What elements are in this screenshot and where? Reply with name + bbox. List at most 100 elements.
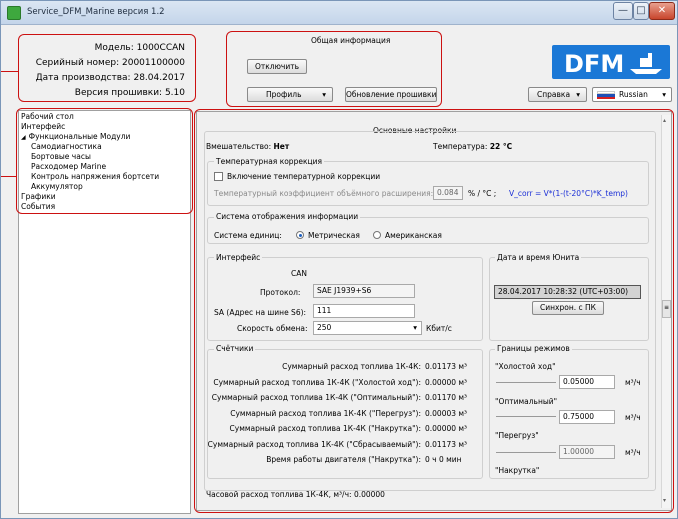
- mode-boundary-3-input: 1.00000: [559, 445, 615, 459]
- language-value: Russian: [619, 90, 648, 99]
- counter-label: Суммарный расход топлива 1К-4К ("Сбрасыв…: [207, 439, 421, 449]
- serial-label: Серийный номер:: [35, 58, 120, 68]
- temp-correction-checkbox[interactable]: [214, 172, 223, 181]
- callout-line: [1, 176, 16, 177]
- mode-overload-label: "Перегруз": [495, 431, 539, 440]
- tree-item[interactable]: Контроль напряжения бортсети: [31, 172, 159, 181]
- mode-boundary-2-unit: м³/ч: [625, 413, 641, 422]
- temperature-label: Температура:: [433, 142, 488, 151]
- window-title: Service_DFM_Marine версия 1.2: [27, 7, 165, 17]
- production-date-label: Дата производства:: [35, 73, 131, 83]
- scroll-up-icon[interactable]: ▴: [663, 117, 670, 124]
- tree-item[interactable]: ◢ Функциональные Модули: [21, 132, 130, 141]
- bus-type: CAN: [291, 269, 307, 278]
- tree-item-label: Аккумулятор: [31, 182, 83, 191]
- counter-row: Время работы двигателя ("Накрутка"): 0 ч …: [207, 455, 477, 464]
- expand-arrow-icon[interactable]: ◢: [21, 134, 26, 141]
- metric-radio[interactable]: [296, 231, 304, 239]
- scroll-thumb[interactable]: ≡: [662, 300, 671, 318]
- sync-pc-button[interactable]: Синхрон. с ПК: [532, 301, 604, 315]
- sa-input[interactable]: 111: [313, 304, 415, 318]
- tree-item[interactable]: Графики: [21, 192, 56, 201]
- temp-formula: V_corr = V*(1-(t-20°C)*K_temp): [509, 189, 628, 198]
- speed-label: Скорость обмена:: [237, 324, 308, 333]
- speed-unit: Кбит/с: [426, 324, 452, 333]
- tree-item[interactable]: Бортовые часы: [31, 152, 91, 161]
- scrollbar[interactable]: ▴ ≡ ▾: [661, 115, 671, 508]
- tree-item-label: Графики: [21, 192, 56, 201]
- speed-select[interactable]: 250 ▾: [313, 321, 422, 335]
- datetime-value: 28.04.2017 10:28:32 (UTC+03:00): [494, 285, 641, 299]
- protocol-field: SAE J1939+S6: [313, 284, 415, 298]
- model-value: 1000CCAN: [136, 43, 185, 53]
- tamper-value: Нет: [273, 142, 290, 151]
- scroll-down-icon[interactable]: ▾: [663, 497, 670, 504]
- tree-item[interactable]: События: [21, 202, 55, 211]
- counter-label: Время работы двигателя ("Накрутка"):: [266, 455, 421, 464]
- metric-label: Метрическая: [308, 231, 360, 240]
- counter-row: Суммарный расход топлива 1К-4К ("Оптимал…: [207, 393, 477, 402]
- tree-item-label: События: [21, 202, 56, 211]
- counter-row: Суммарный расход топлива 1К-4К ("Сбрасыв…: [207, 440, 477, 449]
- tree-item[interactable]: Расходомер Marine: [31, 162, 106, 171]
- tree-item[interactable]: Интерфейс: [21, 122, 65, 131]
- modes-title: Границы режимов: [495, 344, 572, 353]
- datetime-title: Дата и время Юнита: [495, 253, 582, 262]
- counter-row: Суммарный расход топлива 1К-4К: 0.01173 м…: [207, 362, 477, 371]
- counter-value: 0.01173 м³: [425, 362, 468, 371]
- mode-boundary-1-unit: м³/ч: [625, 378, 641, 387]
- tree-item[interactable]: Аккумулятор: [31, 182, 83, 191]
- help-label: Справка: [537, 90, 571, 99]
- temp-coef-unit: % / °C ;: [468, 189, 497, 198]
- counter-value: 0.00000 м³: [425, 424, 468, 433]
- counter-label: Суммарный расход топлива 1К-4К ("Холосто…: [213, 377, 421, 387]
- tree-item[interactable]: Рабочий стол: [21, 112, 74, 121]
- model-label: Модель:: [94, 43, 134, 53]
- mode-divider: [496, 416, 556, 417]
- counter-value: 0.01173 м³: [425, 439, 468, 449]
- language-select[interactable]: Russian ▾: [592, 87, 672, 102]
- help-button[interactable]: Справка ▾: [528, 87, 587, 102]
- app-icon: [7, 6, 21, 20]
- protocol-label: Протокол:: [260, 288, 301, 297]
- counter-value: 0 ч 0 мин: [425, 455, 462, 464]
- counter-label: Суммарный расход топлива 1К-4К ("Перегру…: [230, 408, 421, 418]
- tamper-row: Вмешательство: Нет: [206, 142, 289, 151]
- datetime-frame: [489, 257, 649, 341]
- model-row: Модель: 1000CCAN: [95, 43, 185, 53]
- speed-value: 250: [317, 323, 332, 332]
- callout-line: [1, 71, 18, 72]
- tree-item-label: Рабочий стол: [21, 112, 74, 121]
- firmware-update-button[interactable]: Обновление прошивки: [345, 87, 437, 102]
- tree-item-label: Интерфейс: [21, 122, 66, 131]
- firmware-value: 5.10: [164, 88, 185, 98]
- mode-idle-label: "Холостой ход": [495, 362, 556, 371]
- tree-item-label: Самодиагностика: [31, 142, 102, 151]
- mode-boundary-2-input[interactable]: 0.75000: [559, 410, 615, 424]
- russian-flag-icon: [597, 91, 615, 99]
- american-radio[interactable]: [373, 231, 381, 239]
- interface-title: Интерфейс: [214, 253, 263, 262]
- mode-divider: [496, 452, 556, 453]
- tamper-label: Вмешательство:: [206, 142, 272, 151]
- mode-boundary-1-input[interactable]: 0.05000: [559, 375, 615, 389]
- profile-button[interactable]: Профиль ▾: [247, 87, 333, 102]
- counter-value: 0.00000 м³: [425, 377, 468, 387]
- temp-coef-label: Температурный коэффициент объёмного расш…: [214, 189, 434, 198]
- mode-wind-label: "Накрутка": [495, 466, 540, 475]
- dropdown-arrow-icon: ▾: [322, 90, 326, 99]
- counter-label: Суммарный расход топлива 1К-4К ("Оптимал…: [211, 393, 421, 402]
- tree-item[interactable]: Самодиагностика: [31, 142, 102, 151]
- profile-label: Профиль: [266, 90, 302, 99]
- tree-item-label: Контроль напряжения бортсети: [31, 172, 160, 181]
- counter-row: Суммарный расход топлива 1К-4К ("Перегру…: [207, 409, 477, 418]
- close-button[interactable]: ✕: [649, 2, 675, 20]
- production-date-row: Дата производства: 28.04.2017: [36, 73, 185, 83]
- disconnect-button[interactable]: Отключить: [247, 59, 307, 74]
- minimize-button[interactable]: —: [613, 2, 633, 20]
- maximize-button[interactable]: □: [633, 2, 649, 20]
- temp-coef-input[interactable]: 0.084: [433, 186, 463, 200]
- counter-label: Суммарный расход топлива 1К-4К ("Накрутк…: [229, 424, 421, 433]
- mode-boundary-3-unit: м³/ч: [625, 448, 641, 457]
- device-info-panel: Модель: 1000CCAN Серийный номер: 2000110…: [18, 34, 196, 102]
